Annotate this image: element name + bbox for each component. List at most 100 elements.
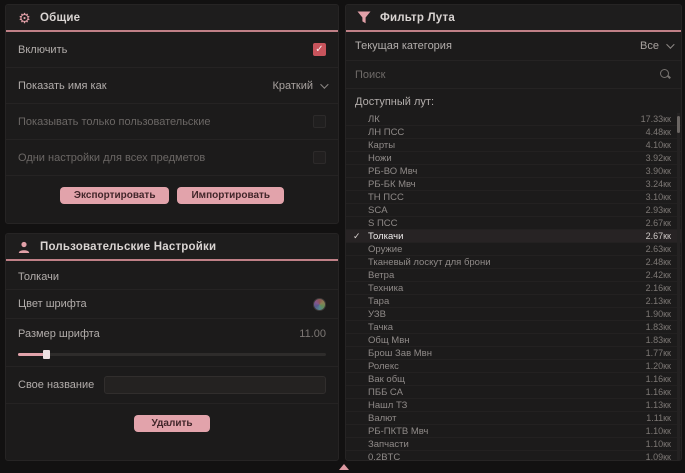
setting-row-name-mode: Показать имя как Краткий xyxy=(6,68,338,104)
loot-scrollbar[interactable] xyxy=(677,113,680,461)
slider-handle[interactable] xyxy=(43,350,50,359)
category-value: Все xyxy=(640,40,659,52)
loot-row[interactable]: ТН ПСС3.10кк xyxy=(346,191,681,204)
slider-fill xyxy=(18,353,46,356)
loot-row[interactable]: 0.2BTC1.09кк xyxy=(346,451,681,461)
export-button[interactable]: Экспортировать xyxy=(60,187,170,204)
loot-item-name: S ПСС xyxy=(368,218,398,229)
category-dropdown[interactable]: Все xyxy=(640,40,672,52)
import-button[interactable]: Импортировать xyxy=(177,187,284,204)
loot-row[interactable]: ПББ СА 1.16кк xyxy=(346,386,681,399)
scrollbar-thumb[interactable] xyxy=(677,116,680,133)
user-settings-title: Пользовательские Настройки xyxy=(40,241,216,253)
loot-item-name: Карты xyxy=(368,140,395,151)
collapse-arrow-icon[interactable] xyxy=(339,464,349,470)
loot-item-name: Тачка xyxy=(368,322,393,333)
general-panel: ⚙ Общие Включить ✓ Показать имя как Крат… xyxy=(5,4,339,224)
custom-name-label: Свое название xyxy=(18,379,94,391)
loot-item-price: 2.42кк xyxy=(646,270,671,280)
search-input[interactable]: Поиск xyxy=(355,69,385,81)
setting-row-enable: Включить ✓ xyxy=(6,32,338,68)
loot-item-price: 1.16кк xyxy=(646,387,671,397)
loot-row[interactable]: Ролекс1.20кк xyxy=(346,360,681,373)
font-size-value: 11.00 xyxy=(299,328,326,340)
custom-name-input[interactable] xyxy=(104,376,326,394)
user-settings-panel: Пользовательские Настройки Толкачи Цвет … xyxy=(5,233,339,461)
loot-row[interactable]: S ПСС2.67кк xyxy=(346,217,681,230)
setting-row-same-settings: Одни настройки для всех предметов ✓ xyxy=(6,140,338,176)
loot-row[interactable]: ✓Толкачи2.67кк xyxy=(346,230,681,243)
loot-row[interactable]: Техника2.16кк xyxy=(346,282,681,295)
same-settings-checkbox[interactable]: ✓ xyxy=(313,151,326,164)
loot-row[interactable]: РБ-БК Мвч 3.24кк xyxy=(346,178,681,191)
custom-name-row: Свое название xyxy=(6,367,338,404)
loot-row[interactable]: Запчасти1.10кк xyxy=(346,438,681,451)
setting-row-user-only: Показывать только пользовательские ✓ xyxy=(6,104,338,140)
loot-item-price: 3.92кк xyxy=(646,153,671,163)
name-mode-label: Показать имя как xyxy=(18,80,107,92)
loot-item-price: 4.48кк xyxy=(646,127,671,137)
loot-item-name: Валют xyxy=(368,413,396,424)
loot-item-price: 1.16кк xyxy=(646,374,671,384)
delete-button[interactable]: Удалить xyxy=(134,415,210,432)
loot-item-price: 1.77кк xyxy=(646,348,671,358)
loot-item-price: 1.20кк xyxy=(646,361,671,371)
loot-item-name: ПББ СА xyxy=(368,387,403,398)
font-size-row: Размер шрифта 11.00 xyxy=(6,319,338,349)
loot-item-name: Техника xyxy=(368,283,403,294)
same-settings-label: Одни настройки для всех предметов xyxy=(18,152,205,164)
loot-row[interactable]: Вак общ1.16кк xyxy=(346,373,681,386)
user-only-checkbox[interactable]: ✓ xyxy=(313,115,326,128)
loot-item-price: 2.67кк xyxy=(646,231,671,241)
user-icon xyxy=(17,240,32,254)
loot-item-name: Тара xyxy=(368,296,389,307)
loot-row[interactable]: УЗВ1.90кк xyxy=(346,308,681,321)
loot-row[interactable]: ЛН ПСС4.48кк xyxy=(346,126,681,139)
name-mode-dropdown[interactable]: Краткий xyxy=(272,80,326,92)
font-color-row: Цвет шрифта xyxy=(6,289,338,319)
general-panel-header: ⚙ Общие xyxy=(6,5,338,32)
delete-row: Удалить xyxy=(6,404,338,432)
loot-item-price: 17.33кк xyxy=(641,114,671,124)
loot-row[interactable]: Ветра2.42кк xyxy=(346,269,681,282)
search-icon[interactable] xyxy=(659,68,672,81)
loot-item-name: Общ Мвн xyxy=(368,335,410,346)
loot-row[interactable]: SCA2.93кк xyxy=(346,204,681,217)
user-only-label: Показывать только пользовательские xyxy=(18,116,211,128)
loot-row[interactable]: Валют 1.11кк xyxy=(346,412,681,425)
loot-item-price: 3.24кк xyxy=(646,179,671,189)
loot-filter-panel: Фильтр Лута Текущая категория Все Поиск … xyxy=(345,4,682,461)
loot-row[interactable]: ЛК 17.33кк xyxy=(346,113,681,126)
loot-item-price: 1.13кк xyxy=(646,400,671,410)
loot-item-name: РБ-ВО Мвч xyxy=(368,166,417,177)
loot-row[interactable]: РБ-ВО Мвч 3.90кк xyxy=(346,165,681,178)
loot-item-name: Оружие xyxy=(368,244,402,255)
loot-item-name: 0.2BTC xyxy=(368,452,400,462)
loot-row[interactable]: Брош Зав Мвн 1.77кк xyxy=(346,347,681,360)
loot-item-price: 2.63кк xyxy=(646,244,671,254)
loot-item-name: Брош Зав Мвн xyxy=(368,348,432,359)
loot-row[interactable]: Ножи3.92кк xyxy=(346,152,681,165)
loot-row[interactable]: Карты4.10кк xyxy=(346,139,681,152)
chevron-down-icon xyxy=(666,40,674,48)
enable-checkbox[interactable]: ✓ xyxy=(313,43,326,56)
loot-item-name: РБ-БК Мвч xyxy=(368,179,416,190)
loot-item-price: 1.10кк xyxy=(646,426,671,436)
loot-item-name: РБ-ПКТВ Мвч xyxy=(368,426,428,437)
loot-row[interactable]: Тачка 1.83кк xyxy=(346,321,681,334)
font-size-slider[interactable] xyxy=(18,353,326,356)
loot-item-name: Запчасти xyxy=(368,439,409,450)
loot-row[interactable]: Оружие 2.63кк xyxy=(346,243,681,256)
loot-item-price: 2.93кк xyxy=(646,205,671,215)
loot-item-price: 1.83кк xyxy=(646,322,671,332)
loot-row[interactable]: Тара2.13кк xyxy=(346,295,681,308)
loot-row[interactable]: Общ Мвн1.83кк xyxy=(346,334,681,347)
loot-item-name: ЛК xyxy=(368,114,380,125)
loot-row[interactable]: РБ-ПКТВ Мвч 1.10кк xyxy=(346,425,681,438)
loot-row[interactable]: Нашл ТЗ1.13кк xyxy=(346,399,681,412)
loot-row[interactable]: Тканевый лоскут для брони2.48кк xyxy=(346,256,681,269)
import-export-row: Экспортировать Импортировать xyxy=(6,176,338,204)
loot-item-price: 1.11кк xyxy=(646,413,671,423)
color-picker-icon[interactable] xyxy=(313,298,326,311)
loot-item-price: 3.90кк xyxy=(646,166,671,176)
